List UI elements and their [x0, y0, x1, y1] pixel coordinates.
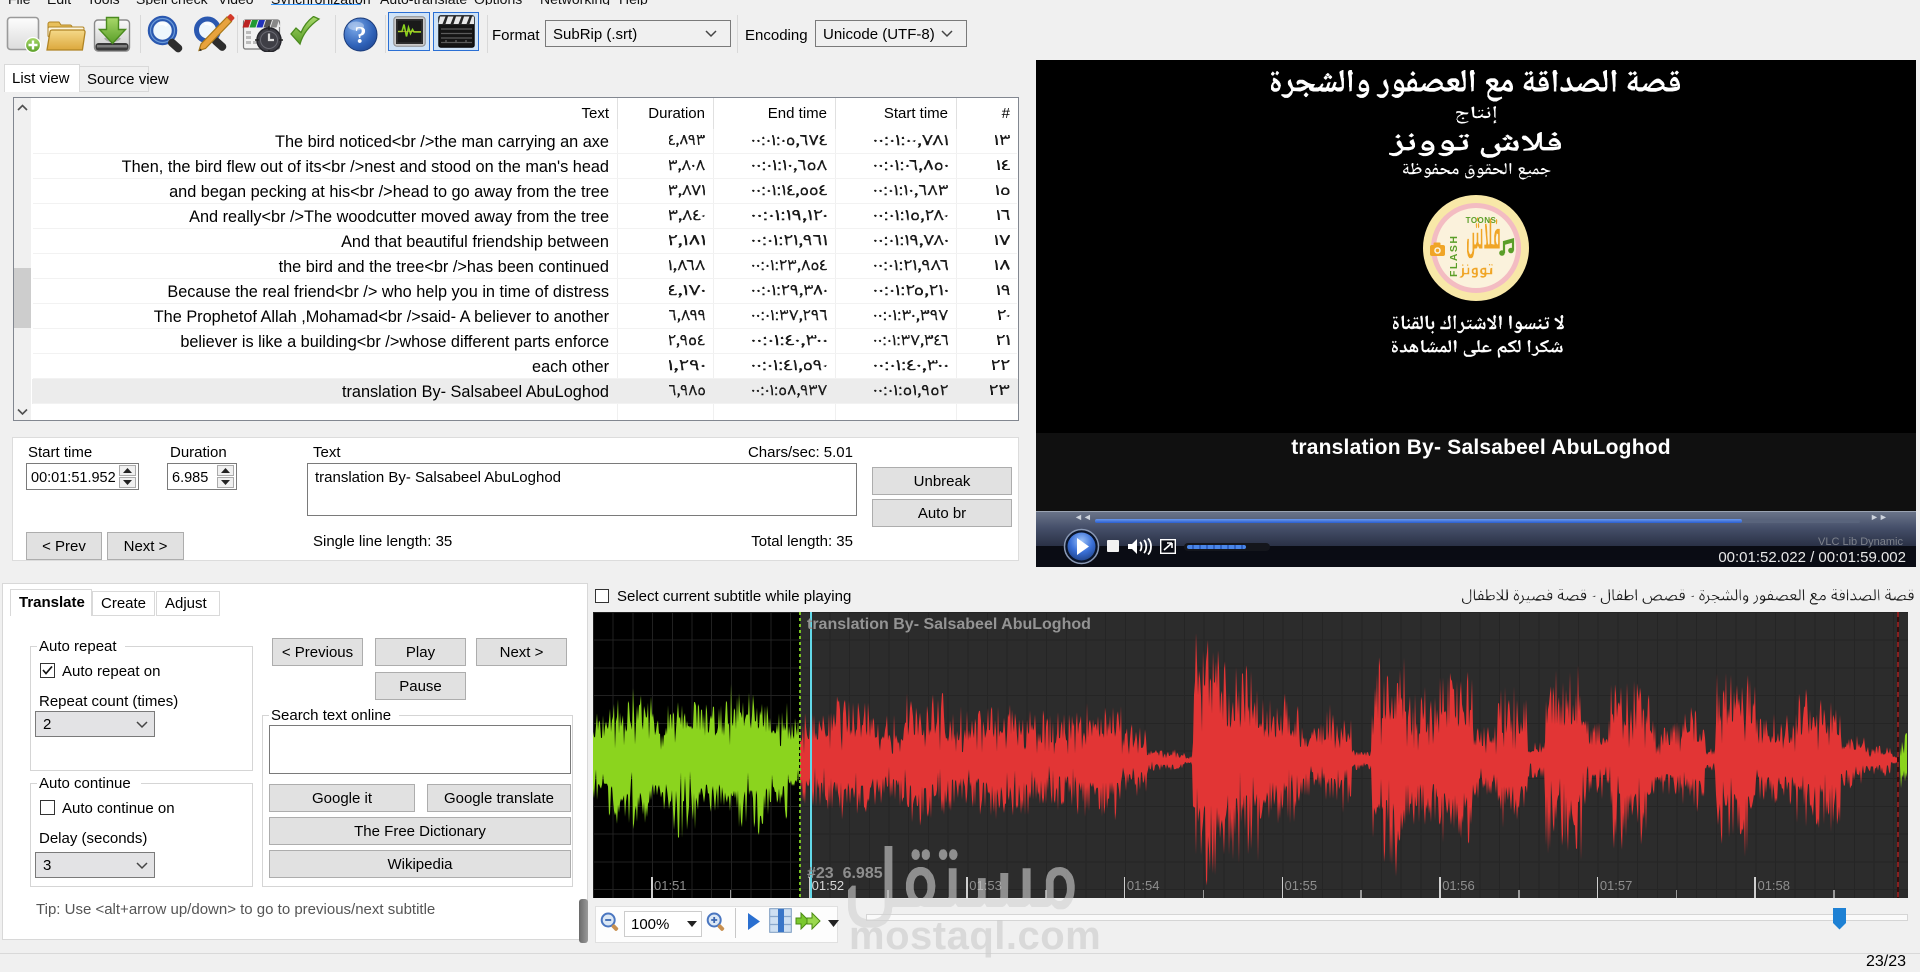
svg-text:?: ?	[355, 23, 367, 49]
